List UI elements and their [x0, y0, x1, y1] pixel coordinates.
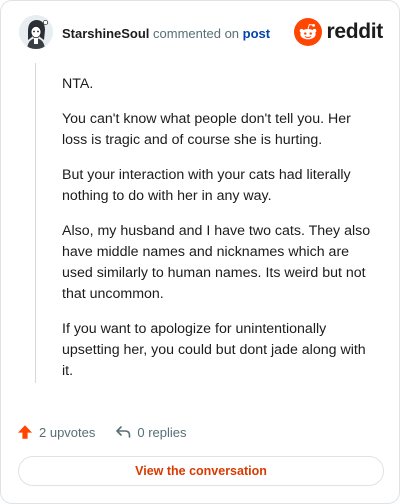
comment-actions: 2 upvotes 0 replies [17, 422, 187, 442]
comment-paragraph: Also, my husband and I have two cats. Th… [62, 223, 371, 302]
reply-count: 0 replies [137, 424, 187, 440]
comment-paragraph: But your interaction with your cats had … [62, 167, 351, 204]
reply-arrow-icon [116, 426, 131, 438]
reddit-logo[interactable]: reddit [294, 18, 383, 46]
action-text: commented on [153, 26, 240, 41]
username-link[interactable]: StarshineSoul [62, 26, 149, 41]
upvote-count: 2 upvotes [39, 424, 96, 440]
upvote-button[interactable]: 2 upvotes [17, 424, 95, 440]
reddit-wordmark: reddit [326, 20, 383, 43]
comment-paragraph: NTA. [62, 76, 94, 92]
view-conversation-button[interactable]: View the conversation [18, 456, 384, 486]
upvote-arrow-icon [18, 425, 32, 439]
comment-header: StarshineSoul commented on post reddit [19, 15, 383, 51]
comment-meta: StarshineSoul commented on post [62, 26, 270, 41]
comment-body: NTA. You can't know what people don't te… [62, 74, 378, 396]
reddit-logo-icon [294, 18, 323, 46]
comment-embed-card: StarshineSoul commented on post reddit N… [0, 0, 400, 504]
avatar[interactable] [19, 15, 53, 49]
post-link[interactable]: post [243, 26, 270, 41]
comment-paragraph: If you want to apologize for unintention… [62, 321, 366, 379]
reply-button[interactable]: 0 replies [115, 424, 187, 440]
comment-paragraph: You can't know what people don't tell yo… [62, 111, 351, 148]
thread-line [35, 63, 36, 383]
